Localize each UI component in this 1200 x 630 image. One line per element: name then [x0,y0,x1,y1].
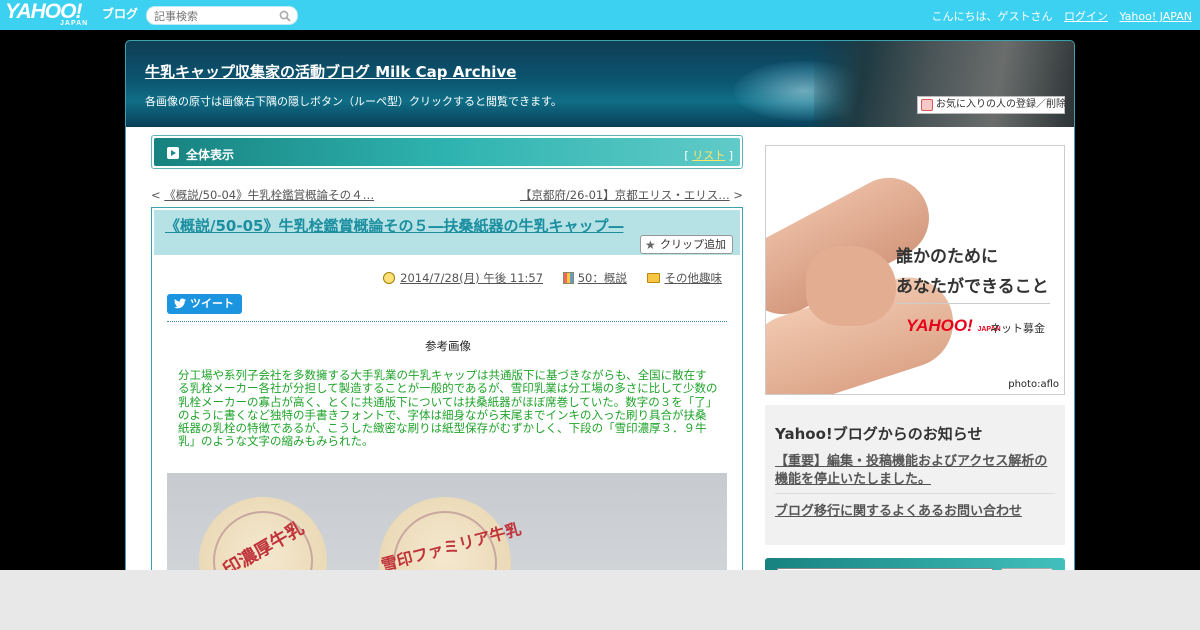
view-all-bar-inner: 全体表示 [ リスト ] [154,138,740,166]
arrow-right-icon [167,147,179,159]
article-body: 分工場や系列子会社を多数擁する大手乳業の牛乳キャップは共通版下に基づきながらも、… [178,368,718,449]
clock-icon [383,272,396,284]
yahoo-japan-link[interactable]: Yahoo! JAPAN [1119,10,1192,23]
ad-headline-1: 誰かのために [896,247,998,267]
star-icon: ★ [645,238,656,252]
image-caption: 参考画像 [425,339,471,353]
notice-heading: Yahoo!ブログからのお知らせ [775,425,983,443]
folder-icon [646,273,660,283]
article-category-link[interactable]: 50：概説 [578,271,627,285]
yahoo-top-bar: YAHOO! JAPAN ブログ こんにちは、ゲストさん ログイン Yahoo!… [0,0,1200,30]
favorite-register-button[interactable]: お気に入りの人の登録／削除 [917,96,1066,114]
yahoo-logo-text: YAHOO! [5,0,82,23]
next-article: 【京都府/26-01】京都エリス・エリス… > [520,187,743,203]
ad-yahoo-brand: YAHOO! [906,316,973,335]
yahoo-logo-japan: JAPAN [60,20,89,27]
footer-overlay [0,570,1200,630]
article-date-link[interactable]: 2014/7/28(月) 午後 11:57 [400,271,543,285]
milk-cap-photo[interactable]: 印濃厚牛乳 雪印ファミリア牛乳 [167,473,727,579]
milk-cap-image: 印濃厚牛乳 [199,497,327,579]
blog-description: 各画像の原寸は画像右下隅の隠しボタン（ルーペ型）クリックすると閲覧できます。 [145,95,562,108]
blog-header-banner: 牛乳キャップ収集家の活動ブログ Milk Cap Archive 各画像の原寸は… [126,41,1074,127]
blog-notice-box: Yahoo!ブログからのお知らせ 【重要】編集・投稿機能およびアクセス解析の機能… [765,405,1065,545]
list-link[interactable]: リスト [692,149,725,162]
list-bracket-open: [ [684,149,689,162]
guest-greeting: こんにちは、ゲストさん [931,10,1053,23]
ad-divider [896,303,1050,304]
milk-cap-image: 雪印ファミリア牛乳 [379,497,523,579]
ad-photo-credit: photo:aflo [1008,379,1059,390]
list-toggle: [ リスト ] [684,147,733,163]
blog-frame: 牛乳キャップ収集家の活動ブログ Milk Cap Archive 各画像の原寸は… [125,40,1075,580]
ad-hands-image [806,246,896,326]
article-genre: その他趣味 [646,271,723,285]
article-title[interactable]: 《概説/50-05》牛乳栓鑑賞概論その５―扶桑紙器の牛乳キャップ― [165,215,623,236]
prev-marker: < [151,188,161,202]
article-date: 2014/7/28(月) 午後 11:57 [383,271,547,285]
article-meta: 2014/7/28(月) 午後 11:57 50：概説 その他趣味 [367,270,722,286]
notice-link-important[interactable]: 【重要】編集・投稿機能およびアクセス解析の機能を停止いたしました。 [775,453,1057,489]
article-header: 《概説/50-05》牛乳栓鑑賞概論その５―扶桑紙器の牛乳キャップ― ★ クリップ… [154,210,740,255]
list-bracket-close: ] [728,149,733,162]
article-category: 50：概説 [562,271,631,285]
yahoo-logo-blog: ブログ [102,7,139,21]
search-icon[interactable] [279,10,291,22]
favorite-icon [921,99,933,111]
article-search-box [146,6,298,25]
tweet-button[interactable]: ツイート [167,294,242,314]
article: 《概説/50-05》牛乳栓鑑賞概論その５―扶桑紙器の牛乳キャップ― ★ クリップ… [151,207,743,579]
favorite-register-label: お気に入りの人の登録／削除 [936,99,1066,110]
twitter-bird-icon [174,298,186,309]
book-icon [562,272,574,284]
next-marker: > [733,188,743,202]
user-links: こんにちは、ゲストさん ログイン Yahoo! JAPAN [931,8,1192,24]
view-all-label[interactable]: 全体表示 [186,146,234,163]
notice-divider [775,493,1055,494]
tweet-label: ツイート [190,297,234,310]
article-genre-link[interactable]: その他趣味 [665,271,723,285]
search-input[interactable] [154,9,279,23]
notice-link-faq[interactable]: ブログ移行に関するよくあるお問い合わせ [775,500,1022,519]
login-link[interactable]: ログイン [1064,10,1108,23]
donation-ad-banner[interactable]: 誰かのために あなたができること YAHOO! JAPAN ネット募金 phot… [765,145,1065,395]
article-divider [167,321,727,322]
banner-rock [814,41,1074,127]
clip-add-button[interactable]: ★ クリップ追加 [640,235,733,254]
clip-add-label: クリップ追加 [660,238,726,251]
ad-headline-2: あなたができること [896,277,1049,297]
prev-article-link[interactable]: 《概説/50-04》牛乳栓鑑賞概論その４… [164,188,374,202]
ad-yahoo-logo: YAHOO! JAPAN [906,316,1001,336]
blog-title[interactable]: 牛乳キャップ収集家の活動ブログ Milk Cap Archive [145,61,516,82]
ad-service-name: ネット募金 [990,322,1045,335]
view-all-bar: 全体表示 [ リスト ] [151,135,743,169]
next-article-link[interactable]: 【京都府/26-01】京都エリス・エリス… [520,188,730,202]
prev-article: < 《概説/50-04》牛乳栓鑑賞概論その４… [151,187,374,203]
